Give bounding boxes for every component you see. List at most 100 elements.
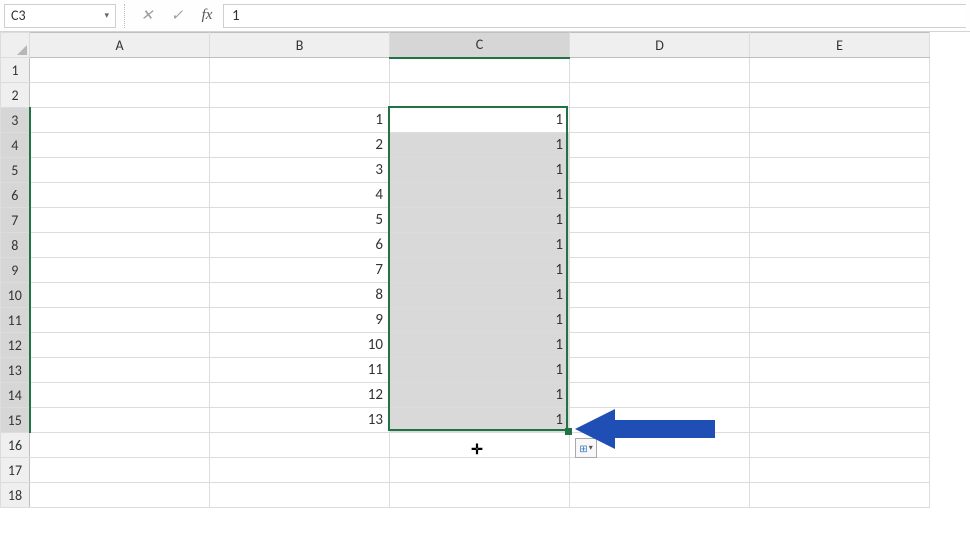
cell-B7[interactable]: 5 — [210, 208, 390, 233]
cell-C8[interactable]: 1 — [390, 233, 570, 258]
cell-A4[interactable] — [30, 133, 210, 158]
row-header-12[interactable]: 12 — [1, 333, 30, 358]
cell-A7[interactable] — [30, 208, 210, 233]
row-header-5[interactable]: 5 — [1, 158, 30, 183]
cell-E7[interactable] — [750, 208, 930, 233]
cell-B4[interactable]: 2 — [210, 133, 390, 158]
cell-E11[interactable] — [750, 308, 930, 333]
cell-C18[interactable] — [390, 483, 570, 508]
cell-A5[interactable] — [30, 158, 210, 183]
row-header-10[interactable]: 10 — [1, 283, 30, 308]
cell-D10[interactable] — [570, 283, 750, 308]
cell-E9[interactable] — [750, 258, 930, 283]
cell-A17[interactable] — [30, 458, 210, 483]
cell-C15[interactable]: 1 — [390, 408, 570, 433]
cell-B2[interactable] — [210, 83, 390, 108]
insert-function-button[interactable]: fx — [193, 4, 221, 28]
cell-D3[interactable] — [570, 108, 750, 133]
cell-E5[interactable] — [750, 158, 930, 183]
row-header-3[interactable]: 3 — [1, 108, 30, 133]
cell-C13[interactable]: 1 — [390, 358, 570, 383]
cell-C7[interactable]: 1 — [390, 208, 570, 233]
cell-E16[interactable] — [750, 433, 930, 458]
row-header-14[interactable]: 14 — [1, 383, 30, 408]
row-header-2[interactable]: 2 — [1, 83, 30, 108]
cell-A14[interactable] — [30, 383, 210, 408]
cell-C1[interactable] — [390, 58, 570, 83]
cell-A1[interactable] — [30, 58, 210, 83]
cell-E6[interactable] — [750, 183, 930, 208]
column-header-B[interactable]: B — [210, 33, 390, 58]
cell-C3[interactable]: 1 — [390, 108, 570, 133]
row-header-18[interactable]: 18 — [1, 483, 30, 508]
cell-E3[interactable] — [750, 108, 930, 133]
cell-E4[interactable] — [750, 133, 930, 158]
cell-D1[interactable] — [570, 58, 750, 83]
cell-E10[interactable] — [750, 283, 930, 308]
cell-D18[interactable] — [570, 483, 750, 508]
row-header-7[interactable]: 7 — [1, 208, 30, 233]
cell-B3[interactable]: 1 — [210, 108, 390, 133]
spreadsheet-grid[interactable]: ABCDE12311421531641751861971108111911210… — [0, 32, 930, 508]
column-header-D[interactable]: D — [570, 33, 750, 58]
cell-D5[interactable] — [570, 158, 750, 183]
row-header-9[interactable]: 9 — [1, 258, 30, 283]
cell-D13[interactable] — [570, 358, 750, 383]
cell-B6[interactable]: 4 — [210, 183, 390, 208]
cell-C5[interactable]: 1 — [390, 158, 570, 183]
cell-C10[interactable]: 1 — [390, 283, 570, 308]
cell-D17[interactable] — [570, 458, 750, 483]
cell-D4[interactable] — [570, 133, 750, 158]
cell-A16[interactable] — [30, 433, 210, 458]
column-header-C[interactable]: C — [390, 33, 570, 58]
cell-A8[interactable] — [30, 233, 210, 258]
row-header-11[interactable]: 11 — [1, 308, 30, 333]
cell-E2[interactable] — [750, 83, 930, 108]
cell-A15[interactable] — [30, 408, 210, 433]
cell-C2[interactable] — [390, 83, 570, 108]
row-header-6[interactable]: 6 — [1, 183, 30, 208]
cell-E12[interactable] — [750, 333, 930, 358]
cell-E8[interactable] — [750, 233, 930, 258]
cell-B16[interactable] — [210, 433, 390, 458]
cell-E13[interactable] — [750, 358, 930, 383]
cell-B10[interactable]: 8 — [210, 283, 390, 308]
cancel-button[interactable]: ✕ — [133, 4, 161, 28]
cell-B8[interactable]: 6 — [210, 233, 390, 258]
cell-D6[interactable] — [570, 183, 750, 208]
cell-D11[interactable] — [570, 308, 750, 333]
cell-C17[interactable] — [390, 458, 570, 483]
row-header-1[interactable]: 1 — [1, 58, 30, 83]
row-header-17[interactable]: 17 — [1, 458, 30, 483]
cell-C11[interactable]: 1 — [390, 308, 570, 333]
cell-B15[interactable]: 13 — [210, 408, 390, 433]
cell-E17[interactable] — [750, 458, 930, 483]
row-header-4[interactable]: 4 — [1, 133, 30, 158]
cell-E15[interactable] — [750, 408, 930, 433]
cell-D12[interactable] — [570, 333, 750, 358]
cell-B9[interactable]: 7 — [210, 258, 390, 283]
cell-D7[interactable] — [570, 208, 750, 233]
cell-A12[interactable] — [30, 333, 210, 358]
cell-A2[interactable] — [30, 83, 210, 108]
column-header-A[interactable]: A — [30, 33, 210, 58]
enter-button[interactable]: ✓ — [163, 4, 191, 28]
cell-C14[interactable]: 1 — [390, 383, 570, 408]
cell-E1[interactable] — [750, 58, 930, 83]
row-header-16[interactable]: 16 — [1, 433, 30, 458]
cell-E14[interactable] — [750, 383, 930, 408]
cell-D8[interactable] — [570, 233, 750, 258]
cell-C4[interactable]: 1 — [390, 133, 570, 158]
row-header-13[interactable]: 13 — [1, 358, 30, 383]
column-header-E[interactable]: E — [750, 33, 930, 58]
name-box[interactable]: C3 ▾ — [4, 4, 116, 28]
cell-B5[interactable]: 3 — [210, 158, 390, 183]
cell-A10[interactable] — [30, 283, 210, 308]
row-header-8[interactable]: 8 — [1, 233, 30, 258]
cell-C6[interactable]: 1 — [390, 183, 570, 208]
cell-B12[interactable]: 10 — [210, 333, 390, 358]
cell-A3[interactable] — [30, 108, 210, 133]
cell-C12[interactable]: 1 — [390, 333, 570, 358]
cell-B11[interactable]: 9 — [210, 308, 390, 333]
cell-B13[interactable]: 11 — [210, 358, 390, 383]
